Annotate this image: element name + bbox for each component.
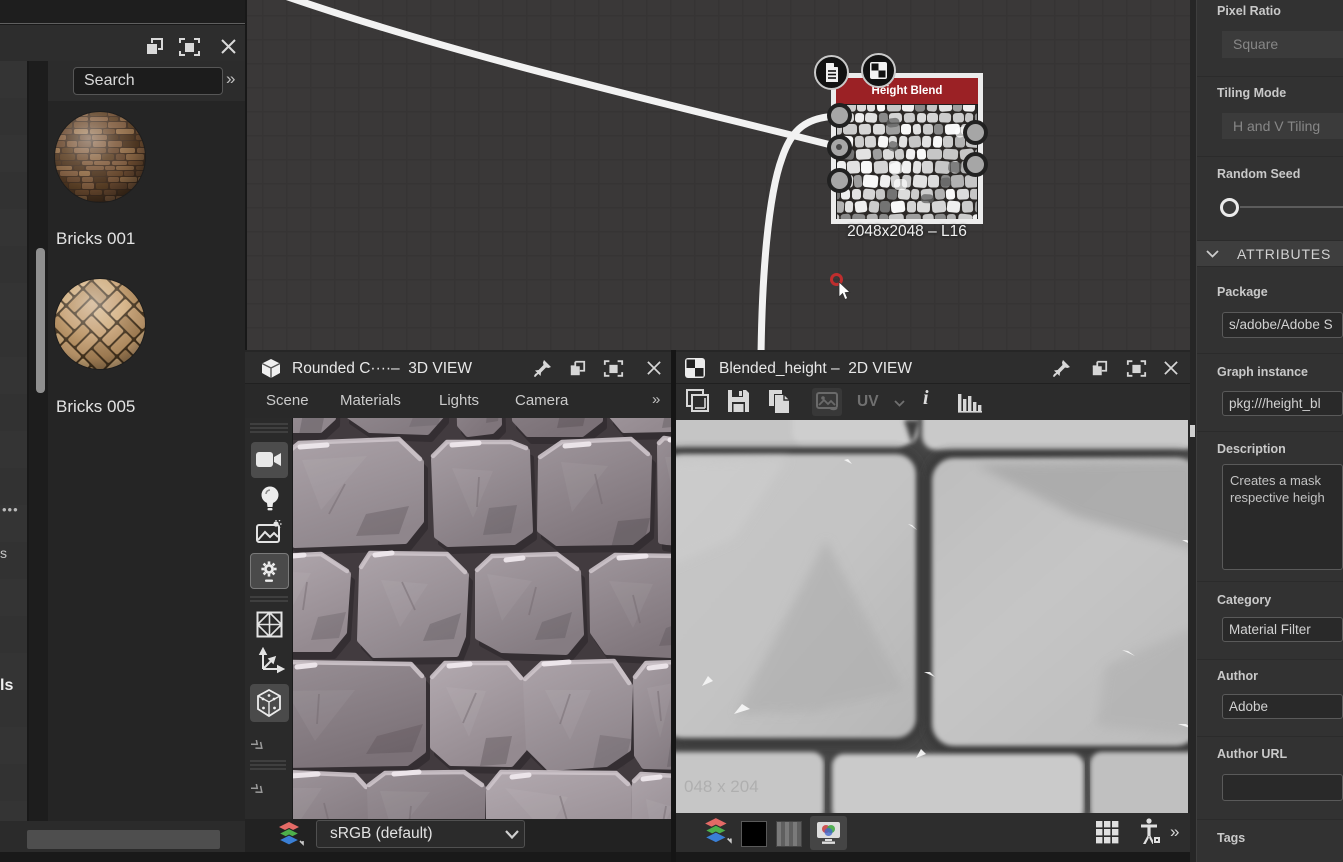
svg-text:048 x 204: 048 x 204 — [684, 777, 759, 796]
